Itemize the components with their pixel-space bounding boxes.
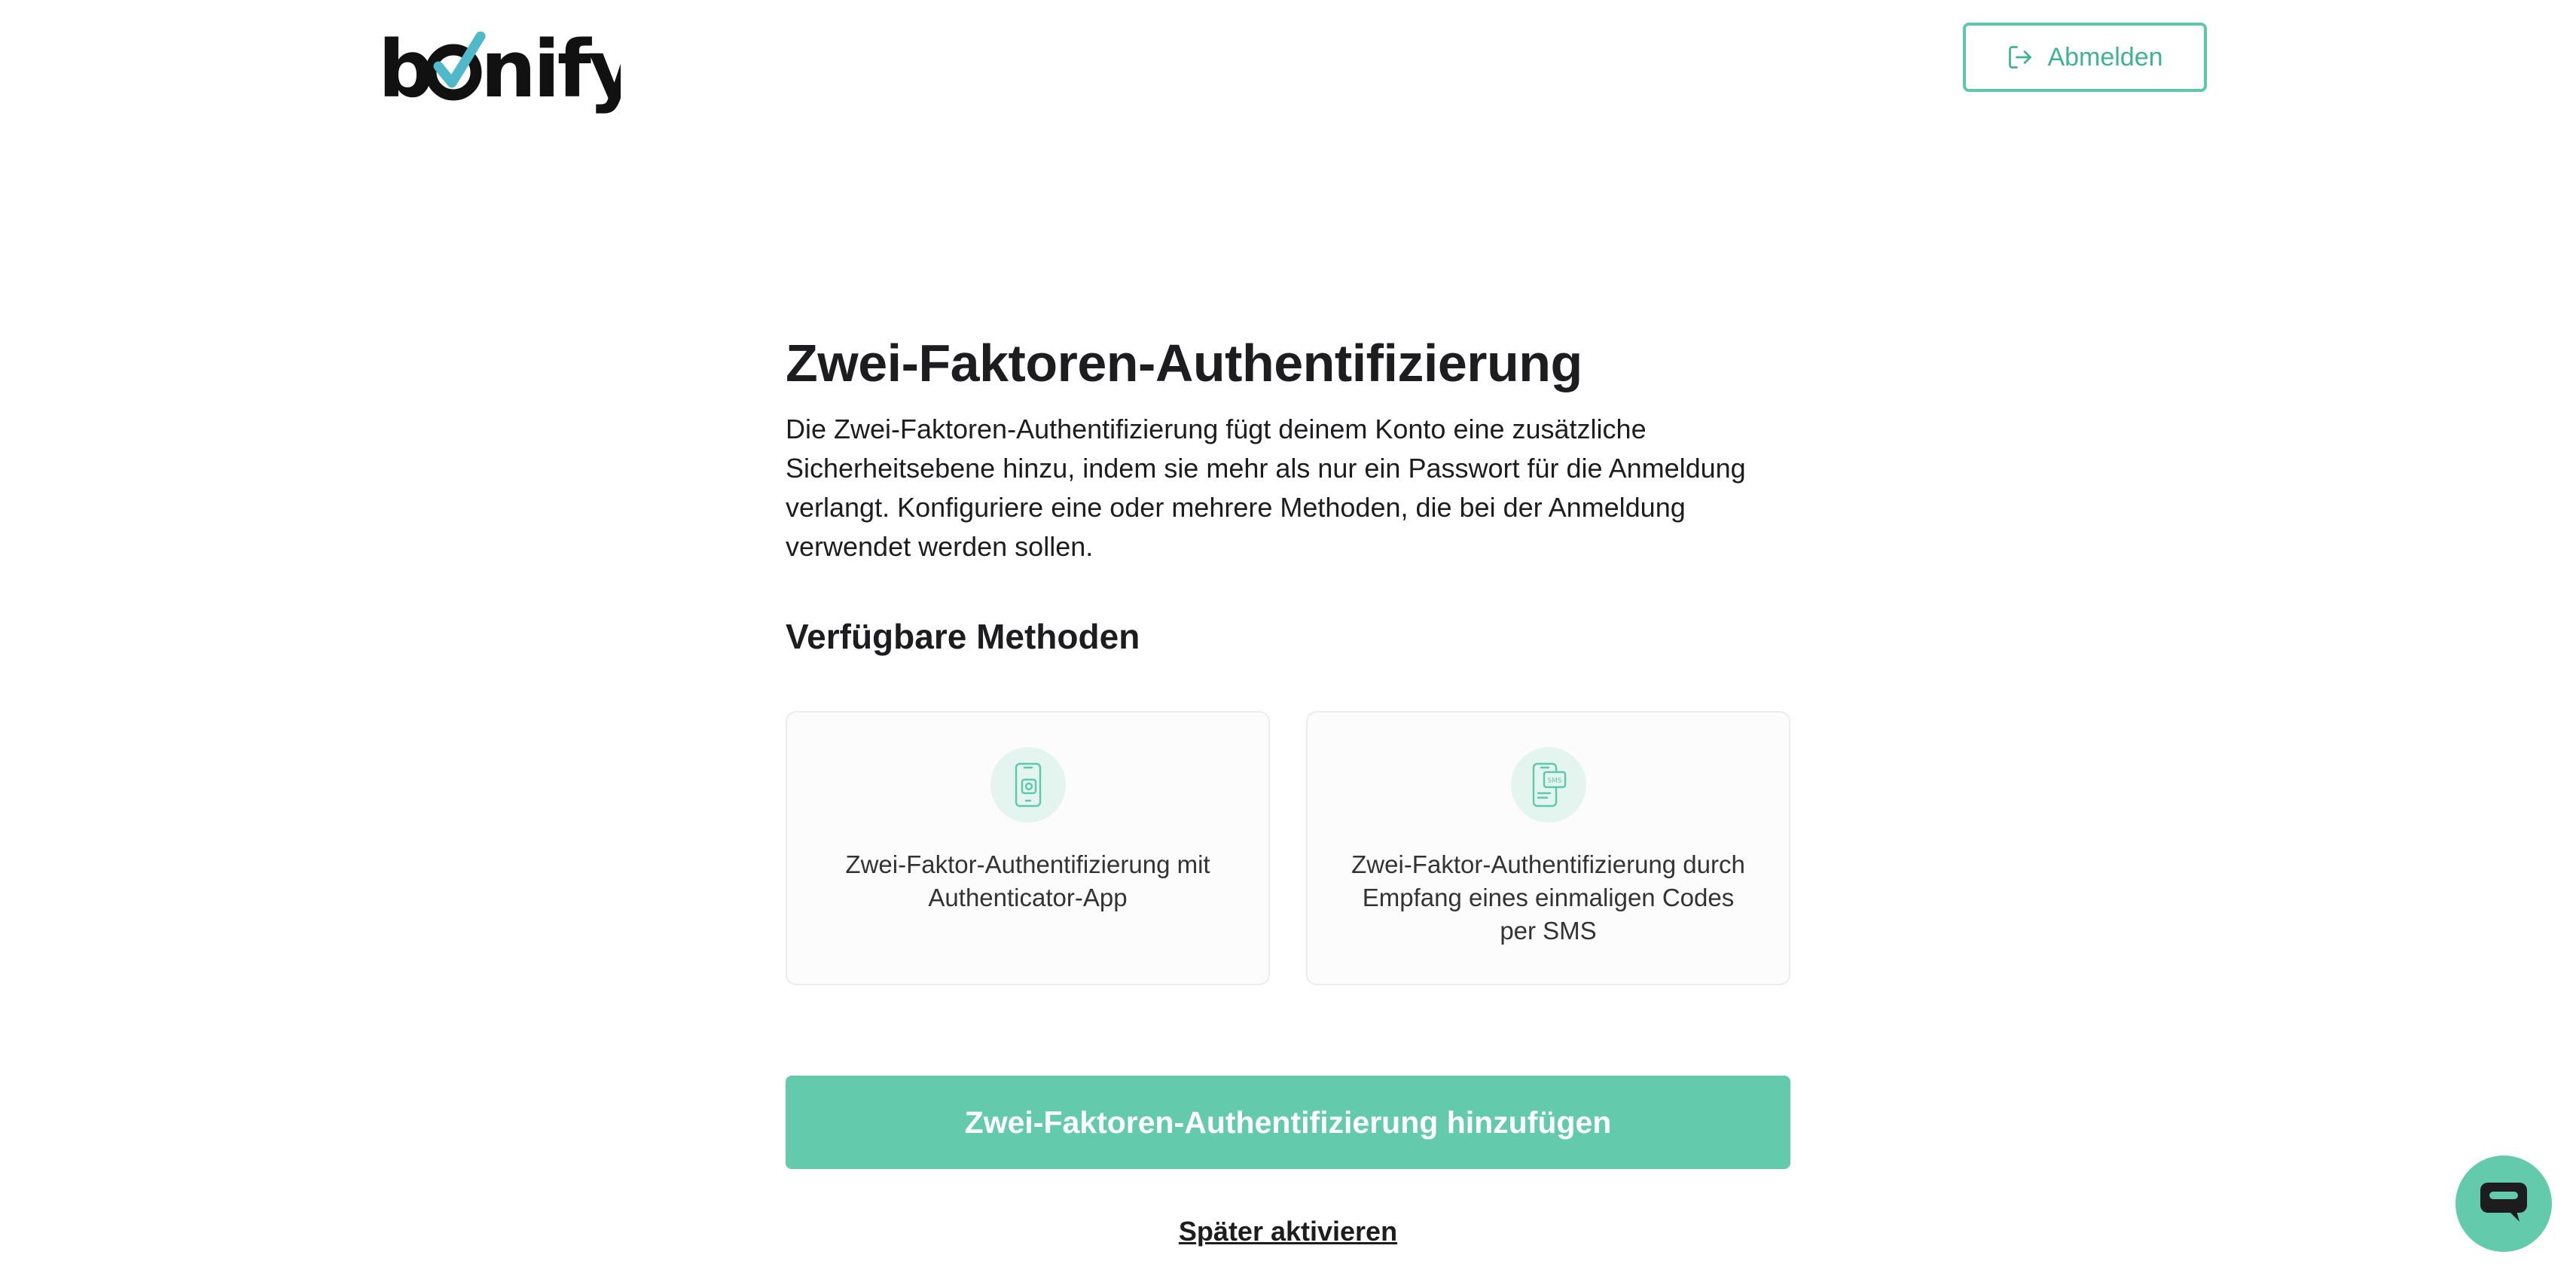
svg-text:b: b (378, 32, 431, 115)
sms-phone-icon: SMS (1510, 747, 1586, 823)
chat-bubble-icon (2479, 1180, 2529, 1229)
page-description: Die Zwei-Faktoren-Authentifizierung fügt… (786, 414, 1746, 562)
page: b nify Abmelden Zwei-Faktoren-Authentifi… (0, 0, 2576, 1276)
svg-text:nify: nify (481, 32, 621, 115)
logout-label: Abmelden (2047, 42, 2163, 72)
chat-widget-button[interactable] (2455, 1155, 2552, 1252)
methods-list: Zwei-Faktor-Authentifizierung mit Authen… (786, 711, 1790, 985)
activate-later-link[interactable]: Später aktivieren (786, 1216, 1790, 1247)
method-card-sms[interactable]: SMS Zwei-Faktor-Authentifizierung durch … (1306, 711, 1790, 985)
methods-heading: Verfügbare Methoden (786, 617, 1140, 656)
page-title: Zwei-Faktoren-Authentifizierung (786, 334, 1583, 392)
two-factor-section: Zwei-Faktoren-Authentifizierung Die Zwei… (786, 331, 1790, 1247)
method-label: Zwei-Faktor-Authentifizierung durch Empf… (1351, 850, 1745, 945)
bonify-logo-mark: b nify (378, 32, 621, 115)
logout-icon (2007, 44, 2034, 71)
add-two-factor-button[interactable]: Zwei-Faktoren-Authentifizierung hinzufüg… (786, 1076, 1790, 1169)
svg-text:SMS: SMS (1547, 777, 1561, 785)
logout-button[interactable]: Abmelden (1963, 23, 2207, 92)
method-label: Zwei-Faktor-Authentifizierung mit Authen… (845, 850, 1210, 911)
bonify-logo[interactable]: b nify (378, 32, 621, 116)
authenticator-app-icon (990, 747, 1066, 823)
method-card-authenticator-app[interactable]: Zwei-Faktor-Authentifizierung mit Authen… (786, 711, 1270, 985)
